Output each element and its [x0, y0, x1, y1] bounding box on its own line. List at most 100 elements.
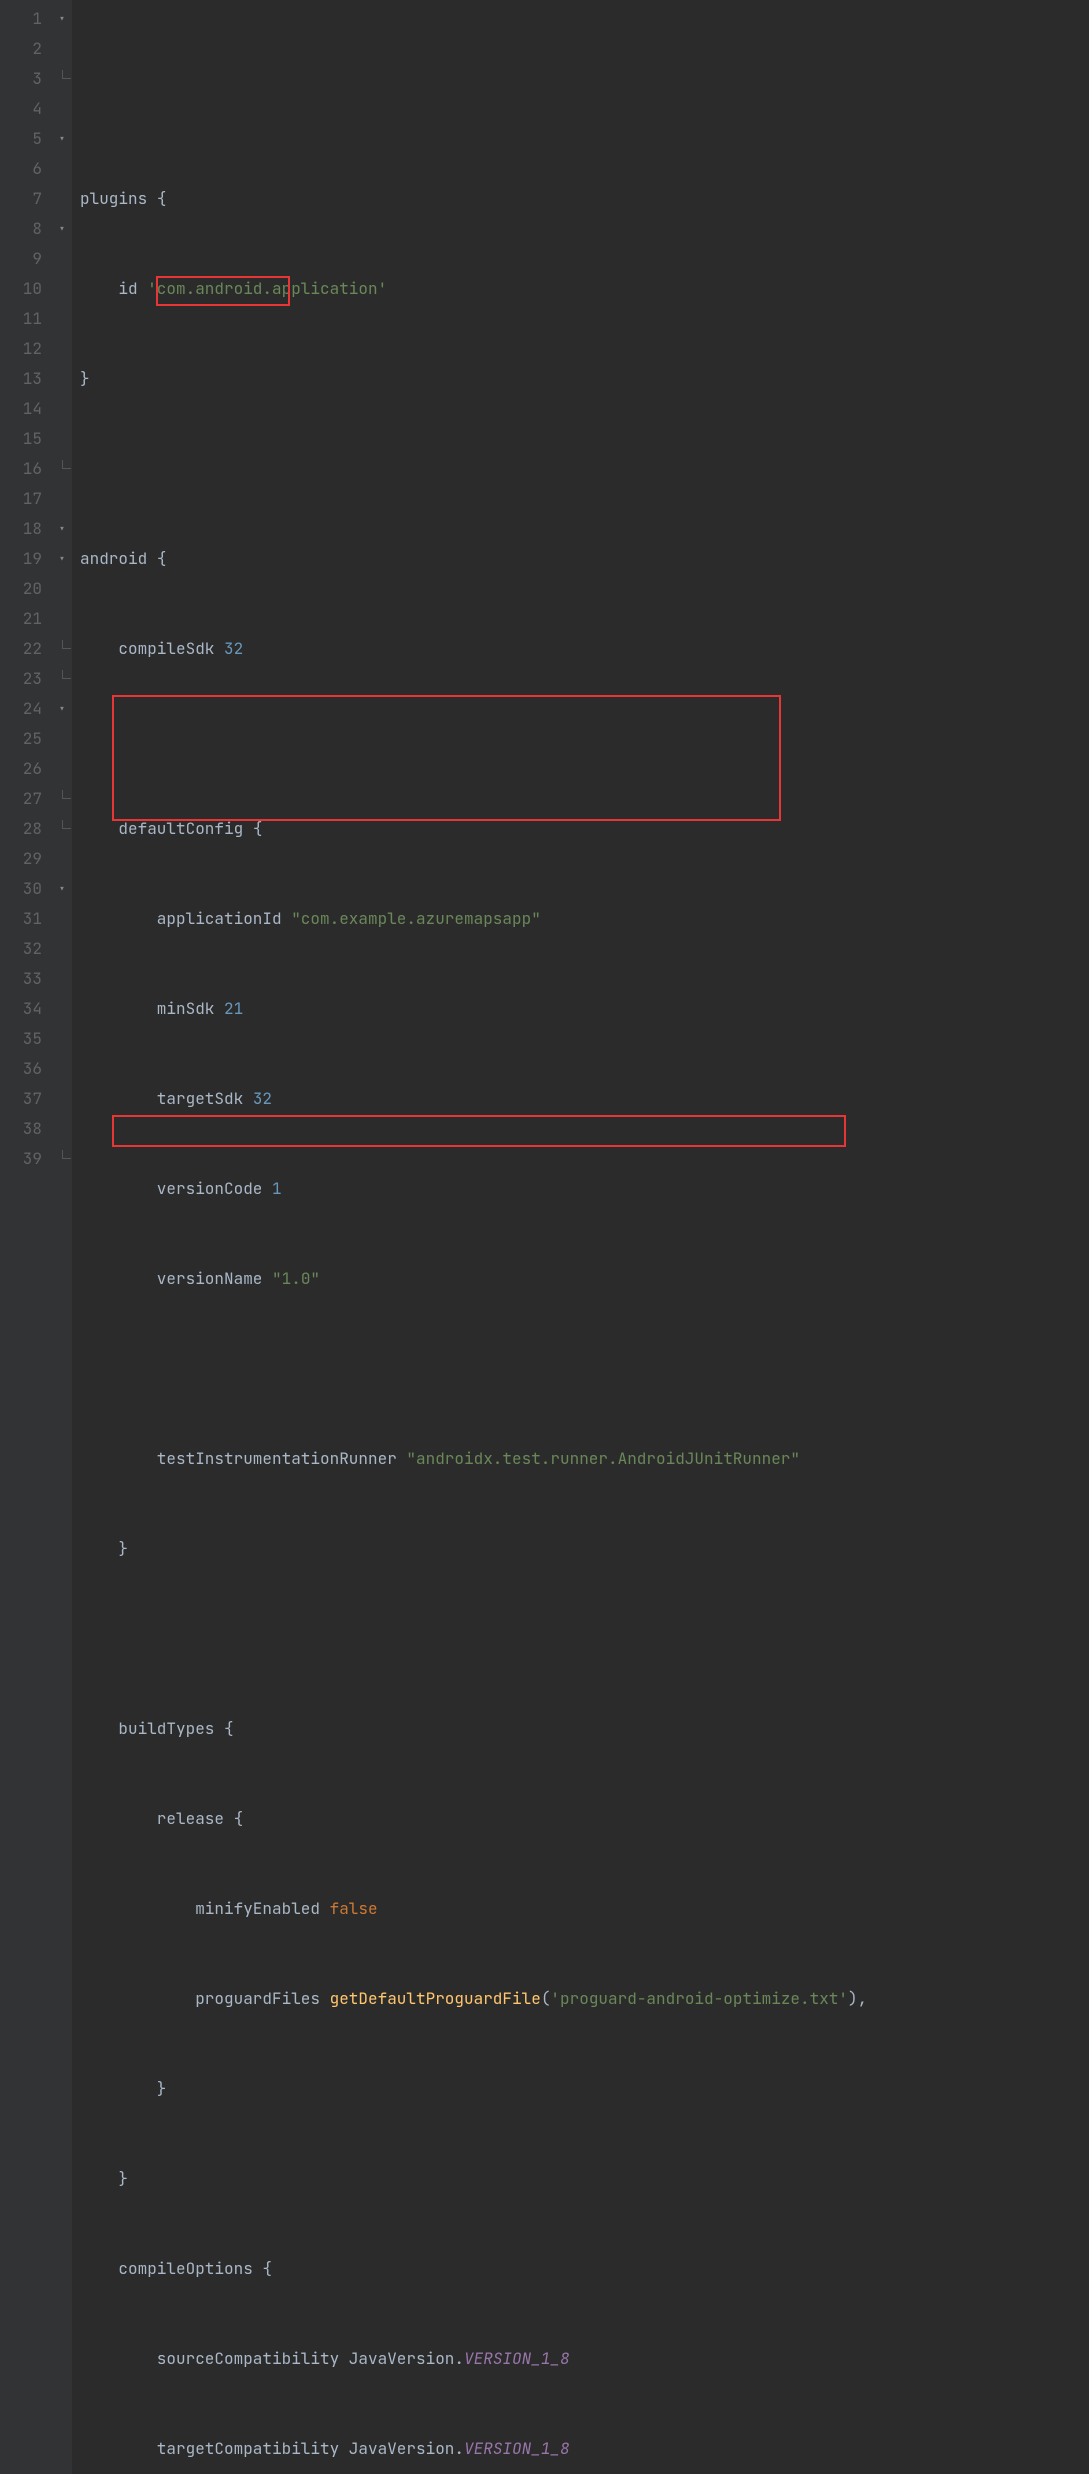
- code-line[interactable]: compileSdk 32: [80, 634, 1089, 664]
- code-line[interactable]: buildTypes {: [80, 1714, 1089, 1744]
- code-line[interactable]: sourceCompatibility JavaVersion.VERSION_…: [80, 2344, 1089, 2374]
- fold-marker[interactable]: [52, 604, 72, 634]
- line-number: 32: [8, 934, 42, 964]
- code-line[interactable]: plugins {: [80, 184, 1089, 214]
- line-number: 33: [8, 964, 42, 994]
- code-line[interactable]: testInstrumentationRunner "androidx.test…: [80, 1444, 1089, 1474]
- line-number: 35: [8, 1024, 42, 1054]
- fold-marker[interactable]: [52, 364, 72, 394]
- fold-marker[interactable]: [52, 724, 72, 754]
- line-number: 39: [8, 1144, 42, 1174]
- fold-marker[interactable]: [52, 784, 72, 814]
- fold-marker[interactable]: [52, 694, 72, 724]
- line-number: 9: [8, 244, 42, 274]
- line-number: 21: [8, 604, 42, 634]
- fold-marker[interactable]: [52, 64, 72, 94]
- line-number: 24: [8, 694, 42, 724]
- fold-marker[interactable]: [52, 394, 72, 424]
- code-line[interactable]: [80, 1624, 1089, 1654]
- fold-marker[interactable]: [52, 1114, 72, 1144]
- fold-marker[interactable]: [52, 4, 72, 34]
- fold-marker[interactable]: [52, 874, 72, 904]
- code-line[interactable]: proguardFiles getDefaultProguardFile('pr…: [80, 1984, 1089, 2014]
- fold-marker[interactable]: [52, 964, 72, 994]
- line-number: 10: [8, 274, 42, 304]
- code-line[interactable]: versionName "1.0": [80, 1264, 1089, 1294]
- code-line[interactable]: applicationId "com.example.azuremapsapp": [80, 904, 1089, 934]
- fold-marker[interactable]: [52, 94, 72, 124]
- fold-marker[interactable]: [52, 574, 72, 604]
- fold-marker[interactable]: [52, 1054, 72, 1084]
- code-line[interactable]: targetSdk 32: [80, 1084, 1089, 1114]
- line-number: 8: [8, 214, 42, 244]
- line-number: 34: [8, 994, 42, 1024]
- code-line[interactable]: [80, 1354, 1089, 1384]
- line-number: 1: [8, 4, 42, 34]
- fold-marker[interactable]: [52, 274, 72, 304]
- fold-marker[interactable]: [52, 1024, 72, 1054]
- code-line[interactable]: targetCompatibility JavaVersion.VERSION_…: [80, 2434, 1089, 2464]
- fold-marker[interactable]: [52, 844, 72, 874]
- fold-marker[interactable]: [52, 184, 72, 214]
- line-number: 23: [8, 664, 42, 694]
- line-number: 6: [8, 154, 42, 184]
- code-line[interactable]: }: [80, 364, 1089, 394]
- fold-marker[interactable]: [52, 664, 72, 694]
- fold-marker[interactable]: [52, 994, 72, 1024]
- line-number: 26: [8, 754, 42, 784]
- fold-marker[interactable]: [52, 244, 72, 274]
- code-line[interactable]: defaultConfig {: [80, 814, 1089, 844]
- code-line[interactable]: minifyEnabled false: [80, 1894, 1089, 1924]
- code-line[interactable]: compileOptions {: [80, 2254, 1089, 2284]
- line-number: 16: [8, 454, 42, 484]
- line-number: 22: [8, 634, 42, 664]
- line-number: 36: [8, 1054, 42, 1084]
- fold-marker[interactable]: [52, 544, 72, 574]
- fold-marker[interactable]: [52, 634, 72, 664]
- code-line[interactable]: }: [80, 2074, 1089, 2104]
- fold-marker[interactable]: [52, 304, 72, 334]
- line-number: 3: [8, 64, 42, 94]
- code-line[interactable]: [80, 454, 1089, 484]
- code-line[interactable]: }: [80, 2164, 1089, 2194]
- fold-marker[interactable]: [52, 424, 72, 454]
- fold-marker[interactable]: [52, 34, 72, 64]
- line-number: 13: [8, 364, 42, 394]
- line-number: 37: [8, 1084, 42, 1114]
- line-number: 7: [8, 184, 42, 214]
- line-number: 30: [8, 874, 42, 904]
- line-number: 2: [8, 34, 42, 64]
- fold-marker[interactable]: [52, 154, 72, 184]
- line-number: 29: [8, 844, 42, 874]
- fold-marker[interactable]: [52, 754, 72, 784]
- code-line[interactable]: minSdk 21: [80, 994, 1089, 1024]
- highlight-box-azure-dep: [112, 1115, 846, 1147]
- fold-marker[interactable]: [52, 334, 72, 364]
- fold-marker[interactable]: [52, 1084, 72, 1114]
- code-line[interactable]: [80, 724, 1089, 754]
- line-number: 5: [8, 124, 42, 154]
- line-number-gutter: 1234567891011121314151617181920212223242…: [0, 0, 52, 2474]
- fold-gutter[interactable]: [52, 0, 72, 2474]
- fold-marker[interactable]: [52, 484, 72, 514]
- line-number: 28: [8, 814, 42, 844]
- code-line[interactable]: android {: [80, 544, 1089, 574]
- line-number: 38: [8, 1114, 42, 1144]
- line-number: 25: [8, 724, 42, 754]
- code-area[interactable]: plugins { id 'com.android.application' }…: [72, 0, 1089, 2474]
- code-editor[interactable]: 1234567891011121314151617181920212223242…: [0, 0, 1089, 2474]
- line-number: 19: [8, 544, 42, 574]
- code-line[interactable]: release {: [80, 1804, 1089, 1834]
- code-line[interactable]: versionCode 1: [80, 1174, 1089, 1204]
- line-number: 27: [8, 784, 42, 814]
- fold-marker[interactable]: [52, 514, 72, 544]
- fold-marker[interactable]: [52, 934, 72, 964]
- fold-marker[interactable]: [52, 124, 72, 154]
- fold-marker[interactable]: [52, 904, 72, 934]
- fold-marker[interactable]: [52, 1144, 72, 1174]
- fold-marker[interactable]: [52, 814, 72, 844]
- code-line[interactable]: }: [80, 1534, 1089, 1564]
- code-line[interactable]: id 'com.android.application': [80, 274, 1089, 304]
- fold-marker[interactable]: [52, 214, 72, 244]
- fold-marker[interactable]: [52, 454, 72, 484]
